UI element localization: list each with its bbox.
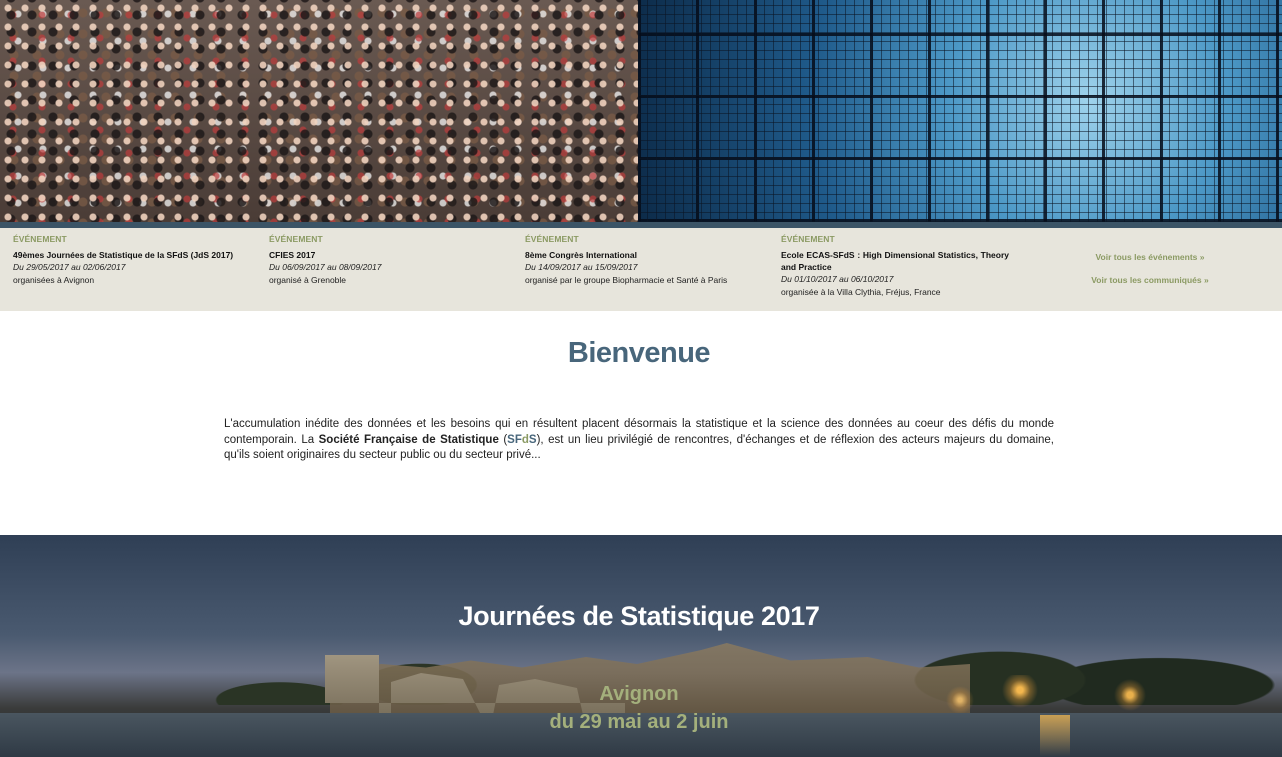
event-title[interactable]: CFIES 2017 — [269, 249, 505, 261]
society-name: Société Française de Statistique — [318, 433, 499, 446]
event-item[interactable]: Événement 49èmes Journées de Statistique… — [13, 234, 249, 285]
jds-location-dates: Avignon du 29 mai au 2 juin — [0, 680, 1278, 736]
sfds-abbr-s2: S — [528, 433, 537, 446]
sfds-abbr-d: d — [521, 433, 529, 446]
event-date: Du 29/05/2017 au 02/06/2017 — [13, 262, 126, 272]
data-mosaic-image — [638, 0, 1282, 222]
event-date: Du 01/10/2017 au 06/10/2017 — [781, 274, 894, 284]
event-title[interactable]: Ecole ECAS-SFdS : High Dimensional Stati… — [781, 249, 1009, 273]
sfds-abbr-s: S — [507, 433, 515, 446]
jds-banner[interactable]: Journées de Statistique 2017 Avignon du … — [0, 535, 1282, 757]
jds-city: Avignon — [599, 683, 679, 705]
events-links: Voir tous les événements » Voir tous les… — [1080, 252, 1220, 298]
event-place: organisées à Avignon — [13, 275, 95, 285]
welcome-paragraph: L'accumulation inédite des données et le… — [224, 417, 1054, 464]
event-title[interactable]: 8ème Congrès International — [525, 249, 761, 261]
event-item[interactable]: Événement 8ème Congrès International Du … — [525, 234, 761, 285]
jds-dates: du 29 mai au 2 juin — [549, 711, 729, 733]
all-press-releases-link[interactable]: Voir tous les communiqués » — [1080, 275, 1220, 285]
crowd-image — [0, 0, 638, 222]
event-kicker: Événement — [269, 234, 323, 244]
jds-title[interactable]: Journées de Statistique 2017 — [0, 601, 1278, 632]
sfds-abbr-f: F — [514, 433, 522, 446]
hero-banner — [0, 0, 1282, 222]
event-date: Du 06/09/2017 au 08/09/2017 — [269, 262, 382, 272]
event-kicker: Événement — [781, 234, 835, 244]
event-place: organisée à la Villa Clythia, Fréjus, Fr… — [781, 287, 941, 297]
event-date: Du 14/09/2017 au 15/09/2017 — [525, 262, 638, 272]
event-kicker: Événement — [13, 234, 67, 244]
event-item[interactable]: Événement CFIES 2017 Du 06/09/2017 au 08… — [269, 234, 505, 285]
welcome-title: Bienvenue — [567, 337, 711, 369]
event-title[interactable]: 49èmes Journées de Statistique de la SFd… — [13, 249, 249, 261]
welcome-text-paren: ( — [498, 433, 508, 446]
event-item[interactable]: Événement Ecole ECAS-SFdS : High Dimensi… — [781, 234, 1009, 297]
events-strip: Événement 49èmes Journées de Statistique… — [0, 228, 1282, 311]
event-place: organisé par le groupe Biopharmacie et S… — [525, 275, 728, 285]
event-kicker: Événement — [525, 234, 579, 244]
event-place: organisé à Grenoble — [269, 275, 347, 285]
all-events-link[interactable]: Voir tous les événements » — [1080, 252, 1220, 262]
